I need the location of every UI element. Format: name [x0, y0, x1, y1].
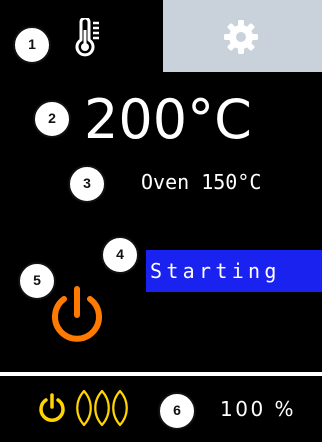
callout-badge-1: 1 [13, 26, 51, 64]
callout-badge-3: 3 [68, 165, 106, 203]
callout-badge-5: 5 [18, 262, 56, 300]
status-text: Starting [150, 259, 281, 283]
power-percentage: 100 % [220, 397, 297, 421]
main-display: 200°C Oven 150°C Starting [0, 0, 322, 372]
setpoint-temperature: 200°C [84, 88, 252, 151]
gear-icon[interactable] [224, 20, 258, 54]
oven-temperature-reading: Oven 150°C [141, 170, 262, 194]
oven-controller-screenshot: 200°C Oven 150°C Starting 100 % 1 2 3 4 … [0, 0, 322, 442]
power-icon [39, 393, 65, 422]
callout-badge-2: 2 [33, 100, 71, 138]
heating-element-icon [76, 389, 128, 427]
callout-badge-4: 4 [101, 236, 139, 274]
callout-badge-6: 6 [158, 392, 196, 430]
thermometer-icon [75, 18, 99, 57]
